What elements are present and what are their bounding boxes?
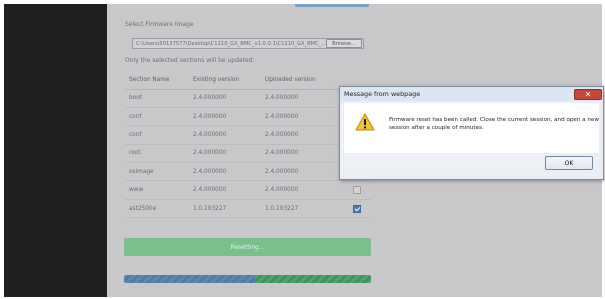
file-path-text: C:\Users\50137577\Desktop\C1210_GX_BMC_v… (136, 40, 326, 47)
uploaded-version-cell: 2.4.000000 (261, 107, 345, 127)
section-name-cell: osimage (125, 162, 189, 182)
existing-version-cell: 2.4.000000 (189, 180, 261, 200)
sections-instruction: Only the selected sections will be updat… (125, 57, 255, 64)
dialog-titlebar[interactable]: Message from webpage ✕ (340, 87, 603, 101)
section-name-cell: conf (125, 125, 189, 145)
left-sidebar (4, 4, 107, 297)
table-row: conf 2.4.000000 2.4.000000 (125, 125, 371, 145)
section-name-cell: boot (125, 89, 189, 108)
table-row: boot 2.4.000000 2.4.000000 (125, 89, 371, 108)
select-cell (345, 199, 371, 219)
file-input[interactable]: C:\Users\50137577\Desktop\C1210_GX_BMC_v… (132, 38, 364, 49)
existing-version-cell: 2.4.000000 (189, 162, 261, 182)
screenshot-frame: Select Firmware Image C:\Users\50137577\… (0, 0, 605, 299)
ok-button[interactable]: OK (545, 156, 593, 170)
dialog-close-button[interactable]: ✕ (574, 88, 602, 100)
section-name-cell: www (125, 180, 189, 200)
uploaded-version-cell: 2.4.000000 (261, 162, 345, 182)
uploaded-version-cell: 2.4.000000 (261, 125, 345, 145)
table-row: www 2.4.000000 2.4.000000 (125, 180, 371, 200)
dialog-body: Firmware reset has been called. Close th… (344, 103, 599, 153)
existing-version-cell: 2.4.000000 (189, 107, 261, 127)
dialog-message: Firmware reset has been called. Close th… (389, 117, 599, 131)
progress-remainder (254, 275, 371, 283)
warning-icon (355, 113, 375, 135)
select-cell (345, 180, 371, 200)
section-name-cell: conf (125, 107, 189, 127)
section-checkbox[interactable] (353, 204, 361, 213)
top-button-edge[interactable] (295, 4, 369, 7)
dialog-footer: OK (344, 153, 599, 175)
header-existing-version: Existing version (189, 71, 261, 90)
section-name-cell: root (125, 144, 189, 164)
uploaded-version-cell: 2.4.000000 (261, 144, 345, 164)
progress-bar (124, 275, 371, 283)
uploaded-version-cell: 2.4.000000 (261, 89, 345, 108)
section-checkbox[interactable] (353, 186, 361, 195)
uploaded-version-cell: 2.4.000000 (261, 180, 345, 200)
uploaded-version-cell: 1.0.103227 (261, 199, 345, 219)
firmware-image-label: Select Firmware Image (125, 21, 194, 28)
existing-version-cell: 2.4.000000 (189, 144, 261, 164)
sections-table: Section Name Existing version Uploaded v… (125, 71, 371, 219)
header-section-name: Section Name (125, 71, 189, 90)
table-row: osimage 2.4.000000 2.4.000000 (125, 162, 371, 182)
table-row: root 2.4.000000 2.4.000000 (125, 144, 371, 164)
resetting-button[interactable]: Resetting... (124, 238, 371, 256)
dialog-title: Message from webpage (344, 90, 421, 98)
message-dialog: Message from webpage ✕ Firmware reset ha… (339, 86, 604, 180)
table-header-row: Section Name Existing version Uploaded v… (125, 71, 371, 90)
browse-button[interactable]: Browse... (326, 39, 362, 48)
header-uploaded-version: Uploaded version (261, 71, 345, 90)
section-name-cell: ast2500e (125, 199, 189, 219)
existing-version-cell: 1.0.103227 (189, 199, 261, 219)
table-row: conf 2.4.000000 2.4.000000 (125, 107, 371, 127)
existing-version-cell: 2.4.000000 (189, 125, 261, 145)
table-row: ast2500e 1.0.103227 1.0.103227 (125, 199, 371, 219)
progress-fill (124, 275, 255, 283)
existing-version-cell: 2.4.000000 (189, 89, 261, 108)
